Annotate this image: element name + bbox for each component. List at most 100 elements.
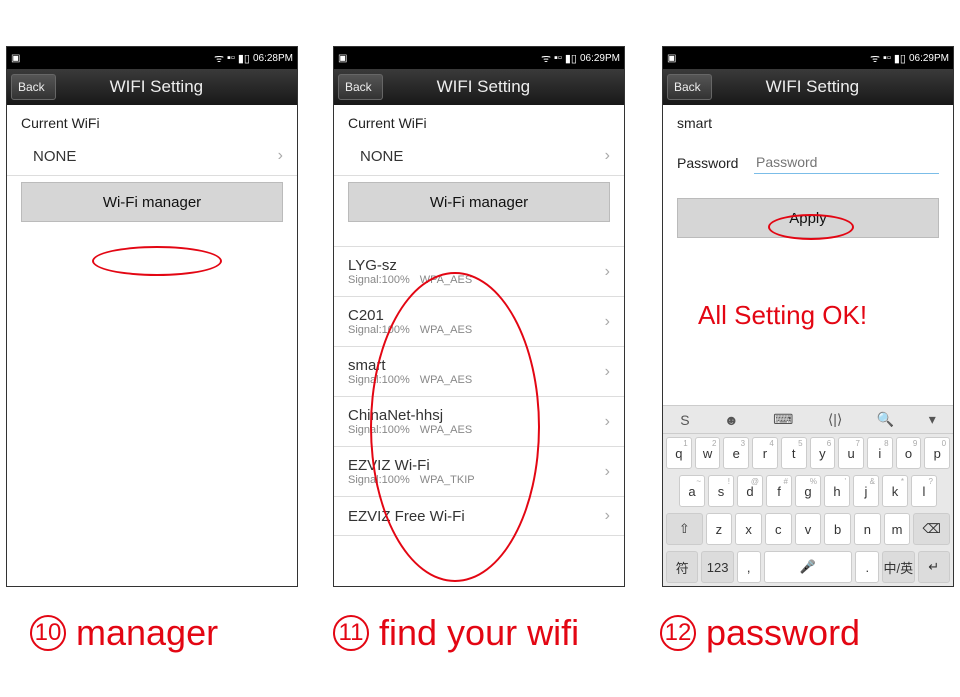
key-h[interactable]: 'h bbox=[824, 475, 850, 507]
chevron-right-icon: › bbox=[605, 147, 610, 165]
keyboard-strip-icon[interactable]: ☻ bbox=[724, 412, 739, 428]
ssid-value: smart bbox=[677, 115, 712, 131]
wifi-icon: ᯤ bbox=[870, 51, 880, 66]
caption-text: password bbox=[706, 612, 860, 654]
key-123[interactable]: 123 bbox=[701, 551, 733, 583]
wifi-list-item[interactable]: ChinaNet-hhsj Signal:100% WPA_AES › bbox=[334, 397, 624, 447]
key-⇧[interactable]: ⇧ bbox=[666, 513, 703, 545]
key-z[interactable]: z bbox=[706, 513, 733, 545]
wifi-list-item[interactable]: LYG-sz Signal:100%WPA_AES › bbox=[334, 247, 624, 297]
wifi-security: WPA_AES bbox=[420, 424, 472, 436]
current-wifi-row[interactable]: NONE › bbox=[334, 137, 624, 176]
key-v[interactable]: v bbox=[795, 513, 822, 545]
wifi-icon: ᯤ bbox=[214, 51, 224, 66]
wifi-signal: Signal:100% bbox=[348, 274, 410, 286]
keyboard-toolbar: S ☻ ⌨ ⟨|⟩ 🔍 ▾ bbox=[663, 406, 953, 434]
keyboard-strip-icon[interactable]: ▾ bbox=[929, 411, 936, 428]
caption-number: 10 bbox=[30, 615, 66, 651]
wifi-signal: Signal:100% bbox=[348, 424, 410, 436]
key-b[interactable]: b bbox=[824, 513, 851, 545]
phone-screenshot-1: ▣ ᯤ ▪▫ ▮▯ 06:28PM Back WIFI Setting Curr… bbox=[6, 46, 298, 587]
clock: 06:29PM bbox=[580, 53, 620, 64]
caption-10: 10 manager bbox=[30, 612, 218, 654]
key-.[interactable]: . bbox=[855, 551, 879, 583]
chevron-right-icon: › bbox=[605, 313, 610, 331]
caption-11: 11 find your wifi bbox=[333, 612, 579, 654]
key-q[interactable]: 1q bbox=[666, 437, 692, 469]
key-f[interactable]: #f bbox=[766, 475, 792, 507]
chevron-right-icon: › bbox=[605, 463, 610, 481]
key-y[interactable]: 6y bbox=[810, 437, 836, 469]
keyboard-strip-icon[interactable]: ⌨ bbox=[773, 411, 793, 428]
wifi-ssid: ChinaNet-hhsj bbox=[348, 407, 605, 424]
key-中/英[interactable]: 中/英 bbox=[882, 551, 914, 583]
battery-icon: ▮▯ bbox=[894, 52, 906, 65]
wifi-list-item[interactable]: EZVIZ Free Wi-Fi › bbox=[334, 497, 624, 536]
wifi-ssid: smart bbox=[348, 357, 605, 374]
signal-icon: ▪▫ bbox=[554, 52, 562, 64]
gallery-icon: ▣ bbox=[338, 53, 347, 64]
key-g[interactable]: %g bbox=[795, 475, 821, 507]
key-w[interactable]: 2w bbox=[695, 437, 721, 469]
wifi-ssid: EZVIZ Free Wi-Fi bbox=[348, 508, 605, 525]
title-bar: Back WIFI Setting bbox=[334, 69, 624, 105]
current-wifi-value: NONE bbox=[348, 148, 605, 165]
wifi-icon: ᯤ bbox=[541, 51, 551, 66]
key-d[interactable]: @d bbox=[737, 475, 763, 507]
battery-icon: ▮▯ bbox=[238, 52, 250, 65]
page-title: WIFI Setting bbox=[343, 77, 624, 97]
keyboard-strip-icon[interactable]: 🔍 bbox=[877, 411, 894, 428]
current-wifi-row[interactable]: NONE › bbox=[7, 137, 297, 176]
key-⌫[interactable]: ⌫ bbox=[913, 513, 950, 545]
key-i[interactable]: 8i bbox=[867, 437, 893, 469]
key-o[interactable]: 9o bbox=[896, 437, 922, 469]
key-r[interactable]: 4r bbox=[752, 437, 778, 469]
clock: 06:29PM bbox=[909, 53, 949, 64]
key-e[interactable]: 3e bbox=[723, 437, 749, 469]
current-wifi-label: Current WiFi bbox=[334, 105, 624, 137]
chevron-right-icon: › bbox=[278, 147, 283, 165]
key-a[interactable]: ~a bbox=[679, 475, 705, 507]
chevron-right-icon: › bbox=[605, 263, 610, 281]
wifi-manager-button[interactable]: Wi-Fi manager bbox=[348, 182, 610, 222]
password-input[interactable] bbox=[754, 151, 939, 174]
caption-number: 12 bbox=[660, 615, 696, 651]
key-m[interactable]: m bbox=[884, 513, 911, 545]
signal-icon: ▪▫ bbox=[883, 52, 891, 64]
key-l[interactable]: ?l bbox=[911, 475, 937, 507]
wifi-manager-button[interactable]: Wi-Fi manager bbox=[21, 182, 283, 222]
keyboard-strip-icon[interactable]: S bbox=[680, 412, 689, 428]
key-k[interactable]: *k bbox=[882, 475, 908, 507]
page-title: WIFI Setting bbox=[16, 77, 297, 97]
gallery-icon: ▣ bbox=[667, 53, 676, 64]
annotation-ok-text: All Setting OK! bbox=[698, 300, 867, 331]
password-label: Password bbox=[677, 155, 754, 171]
wifi-list-item[interactable]: EZVIZ Wi-Fi Signal:100%WPA_TKIP › bbox=[334, 447, 624, 497]
apply-button[interactable]: Apply bbox=[677, 198, 939, 238]
status-bar: ▣ ᯤ ▪▫ ▮▯ 06:28PM bbox=[7, 47, 297, 69]
key-,[interactable]: , bbox=[737, 551, 761, 583]
title-bar: Back WIFI Setting bbox=[7, 69, 297, 105]
wifi-network-list: LYG-sz Signal:100%WPA_AES › C201 Signal:… bbox=[334, 246, 624, 536]
key-p[interactable]: 0p bbox=[924, 437, 950, 469]
wifi-list-item[interactable]: C201 Signal:100%WPA_AES › bbox=[334, 297, 624, 347]
key-🎤[interactable]: 🎤 bbox=[764, 551, 853, 583]
key-u[interactable]: 7u bbox=[838, 437, 864, 469]
keyboard-strip-icon[interactable]: ⟨|⟩ bbox=[828, 411, 843, 428]
soft-keyboard: S ☻ ⌨ ⟨|⟩ 🔍 ▾ 1q2w3e4r5t6y7u8i9o0p ~a!s@d#f%g… bbox=[663, 405, 953, 586]
chevron-right-icon: › bbox=[605, 413, 610, 431]
key-符[interactable]: 符 bbox=[666, 551, 698, 583]
key-x[interactable]: x bbox=[735, 513, 762, 545]
key-c[interactable]: c bbox=[765, 513, 792, 545]
current-wifi-value: NONE bbox=[21, 148, 278, 165]
key-j[interactable]: &j bbox=[853, 475, 879, 507]
title-bar: Back WIFI Setting bbox=[663, 69, 953, 105]
key-n[interactable]: n bbox=[854, 513, 881, 545]
wifi-security: WPA_TKIP bbox=[420, 474, 475, 486]
status-bar: ▣ ᯤ ▪▫ ▮▯ 06:29PM bbox=[663, 47, 953, 69]
key-↵[interactable]: ↵ bbox=[918, 551, 950, 583]
wifi-list-item[interactable]: smart Signal:100%WPA_AES › bbox=[334, 347, 624, 397]
status-bar: ▣ ᯤ ▪▫ ▮▯ 06:29PM bbox=[334, 47, 624, 69]
key-t[interactable]: 5t bbox=[781, 437, 807, 469]
key-s[interactable]: !s bbox=[708, 475, 734, 507]
